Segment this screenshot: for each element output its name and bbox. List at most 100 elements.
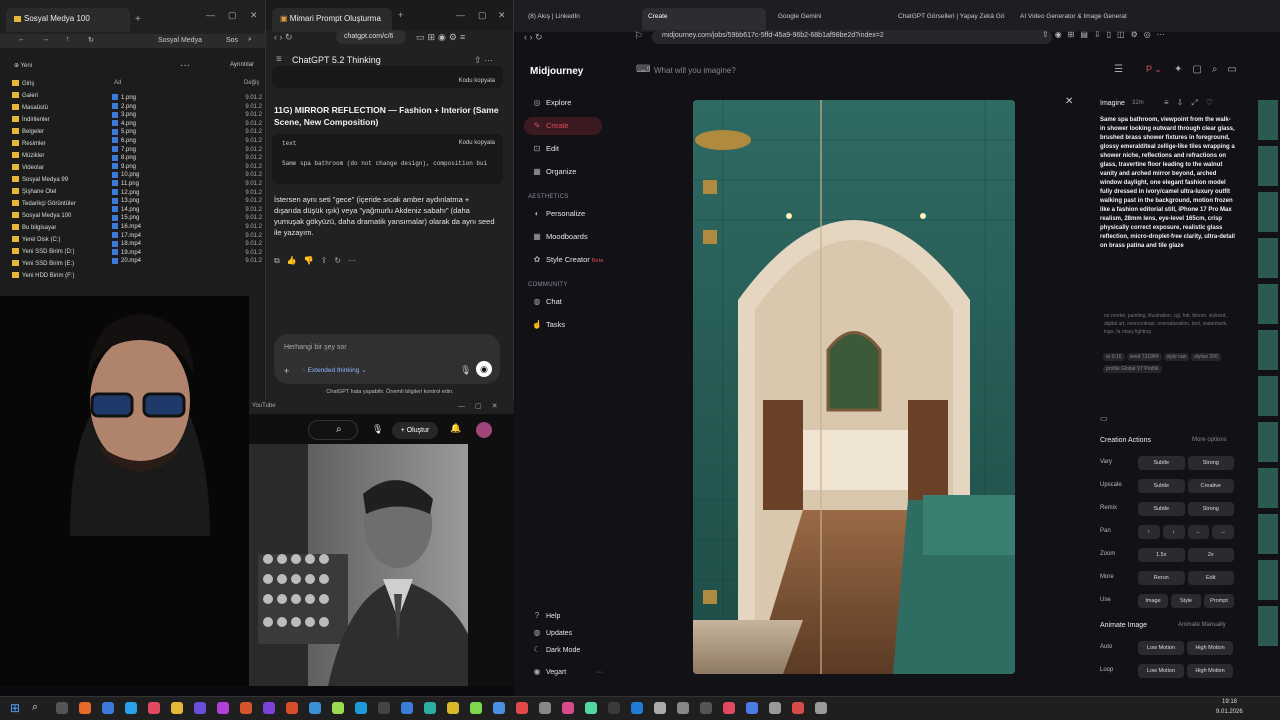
search-icon[interactable]: ⌕ bbox=[248, 36, 252, 44]
taskbar-app-icon[interactable] bbox=[493, 702, 505, 714]
new-button[interactable]: ⊕ Yeni bbox=[14, 62, 32, 69]
nav-tree-item[interactable]: Sosyal Medya 99 bbox=[12, 174, 110, 186]
nav-tree-item[interactable]: Yeni SSD Birim (D:) bbox=[12, 246, 110, 258]
animate-button[interactable]: High Motion bbox=[1187, 664, 1233, 678]
browser-tab[interactable]: Google Gemini bbox=[772, 8, 888, 30]
file-row[interactable]: 5.png 9.01.2 bbox=[112, 128, 262, 137]
param-chip[interactable]: stylize 200 bbox=[1191, 353, 1221, 361]
file-row[interactable]: 14.png 9.01.2 bbox=[112, 206, 262, 215]
file-row[interactable]: 10.png 9.01.2 bbox=[112, 171, 262, 180]
param-chip[interactable]: ar 9:16 bbox=[1103, 353, 1125, 361]
param-chip[interactable]: seed 731984 bbox=[1126, 353, 1162, 361]
nav-explore[interactable]: ◎ Explore bbox=[532, 95, 572, 111]
browser-toolbar-icons[interactable]: ⇪◉⊞▤⇩▯◫⚙◎⋯ bbox=[1042, 30, 1171, 39]
file-row[interactable]: 17.mp4 9.01.2 bbox=[112, 231, 262, 241]
nav-dark-mode[interactable]: ☾ Dark Mode bbox=[532, 642, 580, 658]
file-row[interactable]: 2.png 9.01.2 bbox=[112, 103, 262, 112]
start-icon[interactable]: ⊞ bbox=[10, 701, 20, 715]
action-button[interactable]: Edit bbox=[1187, 571, 1234, 585]
action-button[interactable]: Style bbox=[1171, 594, 1201, 608]
nav-tree-item[interactable]: Tedarikçi Görüntüler bbox=[12, 198, 110, 210]
close-icon[interactable]: ✕ bbox=[250, 10, 258, 21]
action-button[interactable]: Rerun bbox=[1138, 571, 1185, 585]
nav-tasks[interactable]: ☝ Tasks bbox=[532, 317, 565, 333]
browser-tab[interactable]: (8) Akış | LinkedIn bbox=[522, 8, 638, 30]
generated-image[interactable] bbox=[693, 100, 1015, 674]
taskbar-app-icon[interactable] bbox=[539, 702, 551, 714]
nav-tree-item[interactable]: Bu bilgisayar bbox=[12, 222, 110, 234]
nav-tree-item[interactable]: Galeri bbox=[12, 90, 110, 102]
back-icon[interactable]: ← bbox=[18, 36, 25, 43]
animate-button[interactable]: High Motion bbox=[1187, 641, 1233, 655]
nav-tree-item[interactable]: Masaüstü bbox=[12, 102, 110, 114]
taskbar-app-icon[interactable] bbox=[470, 702, 482, 714]
taskbar-app-icon[interactable] bbox=[286, 702, 298, 714]
action-button[interactable]: Image bbox=[1138, 594, 1168, 608]
file-row[interactable]: 3.png 9.01.2 bbox=[112, 111, 262, 120]
new-tab-icon[interactable]: + bbox=[135, 14, 141, 25]
copy-code-button[interactable]: Kodu kopyala bbox=[459, 140, 495, 146]
animate-manually-button[interactable]: Animate Manually bbox=[1178, 622, 1226, 628]
file-row[interactable]: 4.png 9.01.2 bbox=[112, 120, 262, 129]
nav-updates[interactable]: ◍ Updates bbox=[532, 625, 573, 641]
nav-style-creator[interactable]: ✿ Style Creator Beta bbox=[532, 252, 604, 268]
taskbar-app-icon[interactable] bbox=[401, 702, 413, 714]
more-options-button[interactable]: More options bbox=[1192, 437, 1227, 443]
action-button[interactable]: ↓ bbox=[1162, 525, 1185, 539]
file-row[interactable]: 7.png 9.01.2 bbox=[112, 145, 262, 155]
search-icon[interactable]: ⌕ bbox=[32, 701, 38, 714]
model-selector[interactable]: ChatGPT 5.2 Thinking bbox=[292, 55, 381, 65]
create-button[interactable]: + Oluştur bbox=[392, 422, 438, 439]
file-row[interactable]: 16.mp4 9.01.2 bbox=[112, 223, 262, 232]
taskbar-app-icon[interactable] bbox=[815, 702, 827, 714]
file-row[interactable]: 13.png 9.01.2 bbox=[112, 197, 262, 206]
file-row[interactable]: 6.png 9.01.2 bbox=[112, 137, 262, 146]
refresh-icon[interactable]: ↻ bbox=[88, 36, 94, 44]
taskbar-app-icon[interactable] bbox=[516, 702, 528, 714]
taskbar-app-icon[interactable] bbox=[240, 702, 252, 714]
action-button[interactable]: 1.5x bbox=[1138, 548, 1185, 562]
bell-icon[interactable]: 🔔 bbox=[450, 423, 461, 434]
search-input[interactable]: Sos bbox=[226, 37, 238, 44]
taskbar-app-icon[interactable] bbox=[562, 702, 574, 714]
action-button[interactable]: 2x bbox=[1187, 548, 1234, 562]
action-button[interactable]: Prompt bbox=[1204, 594, 1234, 608]
animate-button[interactable]: Low Motion bbox=[1138, 664, 1184, 678]
file-row[interactable]: 11.png 9.01.2 bbox=[112, 180, 262, 189]
nav-moodboards[interactable]: ▦ Moodboards bbox=[532, 229, 587, 245]
search-box[interactable] bbox=[308, 420, 358, 440]
file-row[interactable]: 8.png 9.01.2 bbox=[112, 154, 262, 163]
param-chip[interactable]: profile Global V7 Profile bbox=[1103, 365, 1162, 373]
nav-tree-item[interactable]: Yerel Disk (C:) bbox=[12, 234, 110, 246]
nav-tree-item[interactable]: Müzikler bbox=[12, 150, 110, 162]
taskbar-app-icon[interactable] bbox=[194, 702, 206, 714]
action-button[interactable]: ← bbox=[1187, 525, 1210, 539]
explorer-tab[interactable]: Sosyal Medya 100 bbox=[6, 8, 130, 32]
nav-tree-item[interactable]: Yeni SSD Birim (E:) bbox=[12, 258, 110, 270]
browser-tab[interactable]: Create bbox=[642, 8, 766, 30]
voice-button[interactable]: ◉ bbox=[476, 361, 492, 377]
browser-tab[interactable]: AI Video Generator & Image Generat bbox=[1014, 8, 1132, 30]
taskbar-app-icon[interactable] bbox=[79, 702, 91, 714]
nav-tree-item[interactable]: Videolar bbox=[12, 162, 110, 174]
chat-input[interactable]: Herhangi bir şey sor bbox=[284, 344, 347, 351]
back-icon[interactable]: ‹ › ↻ bbox=[274, 32, 293, 43]
nav-tree-item[interactable]: Yeni HDD Birim (F:) bbox=[12, 270, 110, 282]
search-icon[interactable]: ⌕ bbox=[336, 424, 342, 435]
plus-icon[interactable]: + bbox=[284, 366, 289, 376]
file-row[interactable]: 9.png 9.01.2 bbox=[112, 163, 262, 172]
sidebar-toggle-icon[interactable]: ≡ bbox=[276, 54, 282, 65]
action-button[interactable]: Strong bbox=[1187, 456, 1234, 470]
more-icon[interactable]: ··· bbox=[180, 60, 190, 71]
nav-tree-item[interactable]: Şişhane Otel bbox=[12, 186, 110, 198]
copy-code-button[interactable]: Kodu kopyala bbox=[459, 78, 495, 84]
col-name-header[interactable]: Ad bbox=[114, 80, 121, 86]
taskbar-app-icon[interactable] bbox=[700, 702, 712, 714]
minimize-icon[interactable]: — bbox=[456, 10, 465, 20]
nav-tree-item[interactable]: Belgeler bbox=[12, 126, 110, 138]
taskbar-app-icon[interactable] bbox=[447, 702, 459, 714]
chevron-down-icon[interactable]: › bbox=[378, 56, 381, 66]
nav-chat[interactable]: ◍ Chat bbox=[532, 294, 562, 310]
taskbar-app-icon[interactable] bbox=[677, 702, 689, 714]
copy-icon[interactable]: ▭ bbox=[1100, 414, 1108, 423]
